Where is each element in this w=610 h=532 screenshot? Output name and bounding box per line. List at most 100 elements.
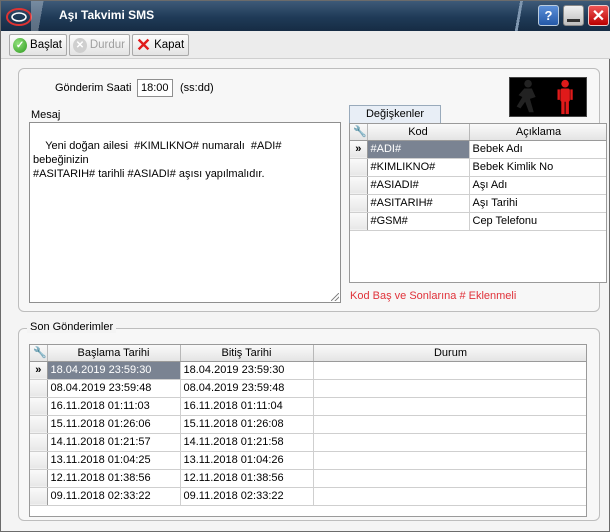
cell-status[interactable] xyxy=(313,361,586,380)
title-decoration xyxy=(31,1,57,31)
table-row[interactable]: 09.11.2018 02:33:22 09.11.2018 02:33:22 xyxy=(30,487,586,506)
cell-kod[interactable]: #ASITARIH# xyxy=(367,194,470,213)
cell-start[interactable]: 18.04.2019 23:59:30 xyxy=(47,361,181,380)
cell-status[interactable] xyxy=(313,433,586,452)
table-row[interactable]: 08.04.2019 23:59:48 08.04.2019 23:59:48 xyxy=(30,379,586,398)
cell-start[interactable]: 16.11.2018 01:11:03 xyxy=(47,397,181,416)
cell-end[interactable]: 14.11.2018 01:21:58 xyxy=(180,433,314,452)
cell-status[interactable] xyxy=(313,469,586,488)
table-row[interactable]: #ASITARIH# Aşı Tarihi xyxy=(350,194,606,213)
app-window: Aşı Takvimi SMS ? ✕ ✓ Başlat ✕ Durdur ✕ … xyxy=(0,0,610,532)
column-header-aciklama[interactable]: Açıklama xyxy=(469,124,606,141)
row-indicator[interactable] xyxy=(30,469,48,488)
cell-status[interactable] xyxy=(313,451,586,470)
help-glyph: ? xyxy=(544,8,553,23)
cell-aciklama[interactable]: Bebek Kimlik No xyxy=(469,158,606,177)
row-indicator[interactable] xyxy=(30,487,48,506)
status-runner-icon xyxy=(509,77,587,117)
cell-kod[interactable]: #ASIADI# xyxy=(367,176,470,195)
minimize-icon[interactable] xyxy=(563,5,584,26)
stop-button-label: Durdur xyxy=(89,39,125,51)
cell-start[interactable]: 08.04.2019 23:59:48 xyxy=(47,379,181,398)
cell-start[interactable]: 12.11.2018 01:38:56 xyxy=(47,469,181,488)
cell-aciklama[interactable]: Cep Telefonu xyxy=(469,212,606,231)
resize-grip-icon[interactable] xyxy=(331,293,339,301)
send-time-label: Gönderim Saati xyxy=(55,82,132,94)
variables-grid[interactable]: 🔧 Kod Açıklama » #ADI# Bebek Adı #KIMLIKNO#… xyxy=(349,123,607,283)
table-row[interactable]: 15.11.2018 01:26:06 15.11.2018 01:26:08 xyxy=(30,415,586,434)
row-indicator[interactable] xyxy=(350,176,368,195)
close-glyph: ✕ xyxy=(591,7,606,25)
cell-start[interactable]: 14.11.2018 01:21:57 xyxy=(47,433,181,452)
send-time-input[interactable] xyxy=(137,79,173,97)
toolbar: ✓ Başlat ✕ Durdur ✕ Kapat xyxy=(1,31,610,59)
start-button[interactable]: ✓ Başlat xyxy=(9,34,67,56)
table-row[interactable]: » 18.04.2019 23:59:30 18.04.2019 23:59:30 xyxy=(30,361,586,380)
app-logo-icon xyxy=(6,8,32,26)
cell-start[interactable]: 09.11.2018 02:33:22 xyxy=(47,487,181,506)
stop-button[interactable]: ✕ Durdur xyxy=(69,34,130,56)
row-indicator[interactable] xyxy=(350,194,368,213)
window-title: Aşı Takvimi SMS xyxy=(59,8,155,22)
cell-end[interactable]: 09.11.2018 02:33:22 xyxy=(180,487,314,506)
cell-end[interactable]: 08.04.2019 23:59:48 xyxy=(180,379,314,398)
cell-kod[interactable]: #KIMLIKNO# xyxy=(367,158,470,177)
close-button[interactable]: ✕ Kapat xyxy=(132,34,189,56)
cell-end[interactable]: 15.11.2018 01:26:08 xyxy=(180,415,314,434)
table-row[interactable]: #ASIADI# Aşı Adı xyxy=(350,176,606,195)
close-button-label: Kapat xyxy=(154,39,185,51)
variables-note: Kod Baş ve Sonlarına # Eklenmeli xyxy=(350,290,517,302)
cell-aciklama[interactable]: Aşı Tarihi xyxy=(469,194,606,213)
send-time-format: (ss:dd) xyxy=(180,82,214,94)
wrench-icon: 🔧 xyxy=(33,347,47,360)
help-icon[interactable]: ? xyxy=(538,5,559,26)
table-row[interactable]: 14.11.2018 01:21:57 14.11.2018 01:21:58 xyxy=(30,433,586,452)
tab-variables[interactable]: Değişkenler xyxy=(349,105,441,123)
cell-kod[interactable]: #GSM# xyxy=(367,212,470,231)
cell-status[interactable] xyxy=(313,379,586,398)
cell-end[interactable]: 12.11.2018 01:38:56 xyxy=(180,469,314,488)
cell-status[interactable] xyxy=(313,397,586,416)
message-label: Mesaj xyxy=(31,109,61,121)
row-indicator[interactable] xyxy=(30,433,48,452)
grid-corner: 🔧 xyxy=(30,345,48,362)
cell-start[interactable]: 13.11.2018 01:04:25 xyxy=(47,451,181,470)
table-row[interactable]: #GSM# Cep Telefonu xyxy=(350,212,606,231)
table-row[interactable]: 13.11.2018 01:04:25 13.11.2018 01:04:26 xyxy=(30,451,586,470)
cell-status[interactable] xyxy=(313,415,586,434)
row-indicator[interactable]: » xyxy=(30,361,48,380)
check-icon: ✓ xyxy=(13,37,28,53)
cell-aciklama[interactable]: Aşı Adı xyxy=(469,176,606,195)
column-header-status[interactable]: Durum xyxy=(313,345,586,362)
cell-end[interactable]: 16.11.2018 01:11:04 xyxy=(180,397,314,416)
close-icon[interactable]: ✕ xyxy=(588,5,609,26)
message-textarea[interactable]: Yeni doğan ailesi #KIMLIKNO# numaralı #A… xyxy=(29,122,341,303)
title-decoration-right xyxy=(506,1,536,31)
table-row[interactable]: #KIMLIKNO# Bebek Kimlik No xyxy=(350,158,606,177)
title-bar[interactable]: Aşı Takvimi SMS ? ✕ xyxy=(1,1,610,31)
row-indicator[interactable] xyxy=(30,379,48,398)
table-row[interactable]: 16.11.2018 01:11:03 16.11.2018 01:11:04 xyxy=(30,397,586,416)
row-indicator[interactable] xyxy=(350,212,368,231)
row-indicator[interactable] xyxy=(30,451,48,470)
cell-status[interactable] xyxy=(313,487,586,506)
cell-aciklama[interactable]: Bebek Adı xyxy=(469,140,606,159)
start-button-label: Başlat xyxy=(30,39,62,51)
row-indicator[interactable] xyxy=(30,415,48,434)
row-indicator[interactable] xyxy=(30,397,48,416)
table-row[interactable]: » #ADI# Bebek Adı xyxy=(350,140,606,159)
column-header-start[interactable]: Başlama Tarihi xyxy=(47,345,181,362)
cell-end[interactable]: 18.04.2019 23:59:30 xyxy=(180,361,314,380)
cell-end[interactable]: 13.11.2018 01:04:26 xyxy=(180,451,314,470)
column-header-end[interactable]: Bitiş Tarihi xyxy=(180,345,314,362)
close-x-icon: ✕ xyxy=(136,34,152,55)
row-indicator[interactable] xyxy=(350,158,368,177)
row-indicator[interactable]: » xyxy=(350,140,368,159)
cell-start[interactable]: 15.11.2018 01:26:06 xyxy=(47,415,181,434)
history-grid[interactable]: 🔧 Başlama Tarihi Bitiş Tarihi Durum » 18.… xyxy=(29,344,587,517)
wrench-icon: 🔧 xyxy=(353,126,367,139)
stop-icon: ✕ xyxy=(73,37,87,53)
cell-kod[interactable]: #ADI# xyxy=(367,140,470,159)
table-row[interactable]: 12.11.2018 01:38:56 12.11.2018 01:38:56 xyxy=(30,469,586,488)
column-header-kod[interactable]: Kod xyxy=(367,124,470,141)
